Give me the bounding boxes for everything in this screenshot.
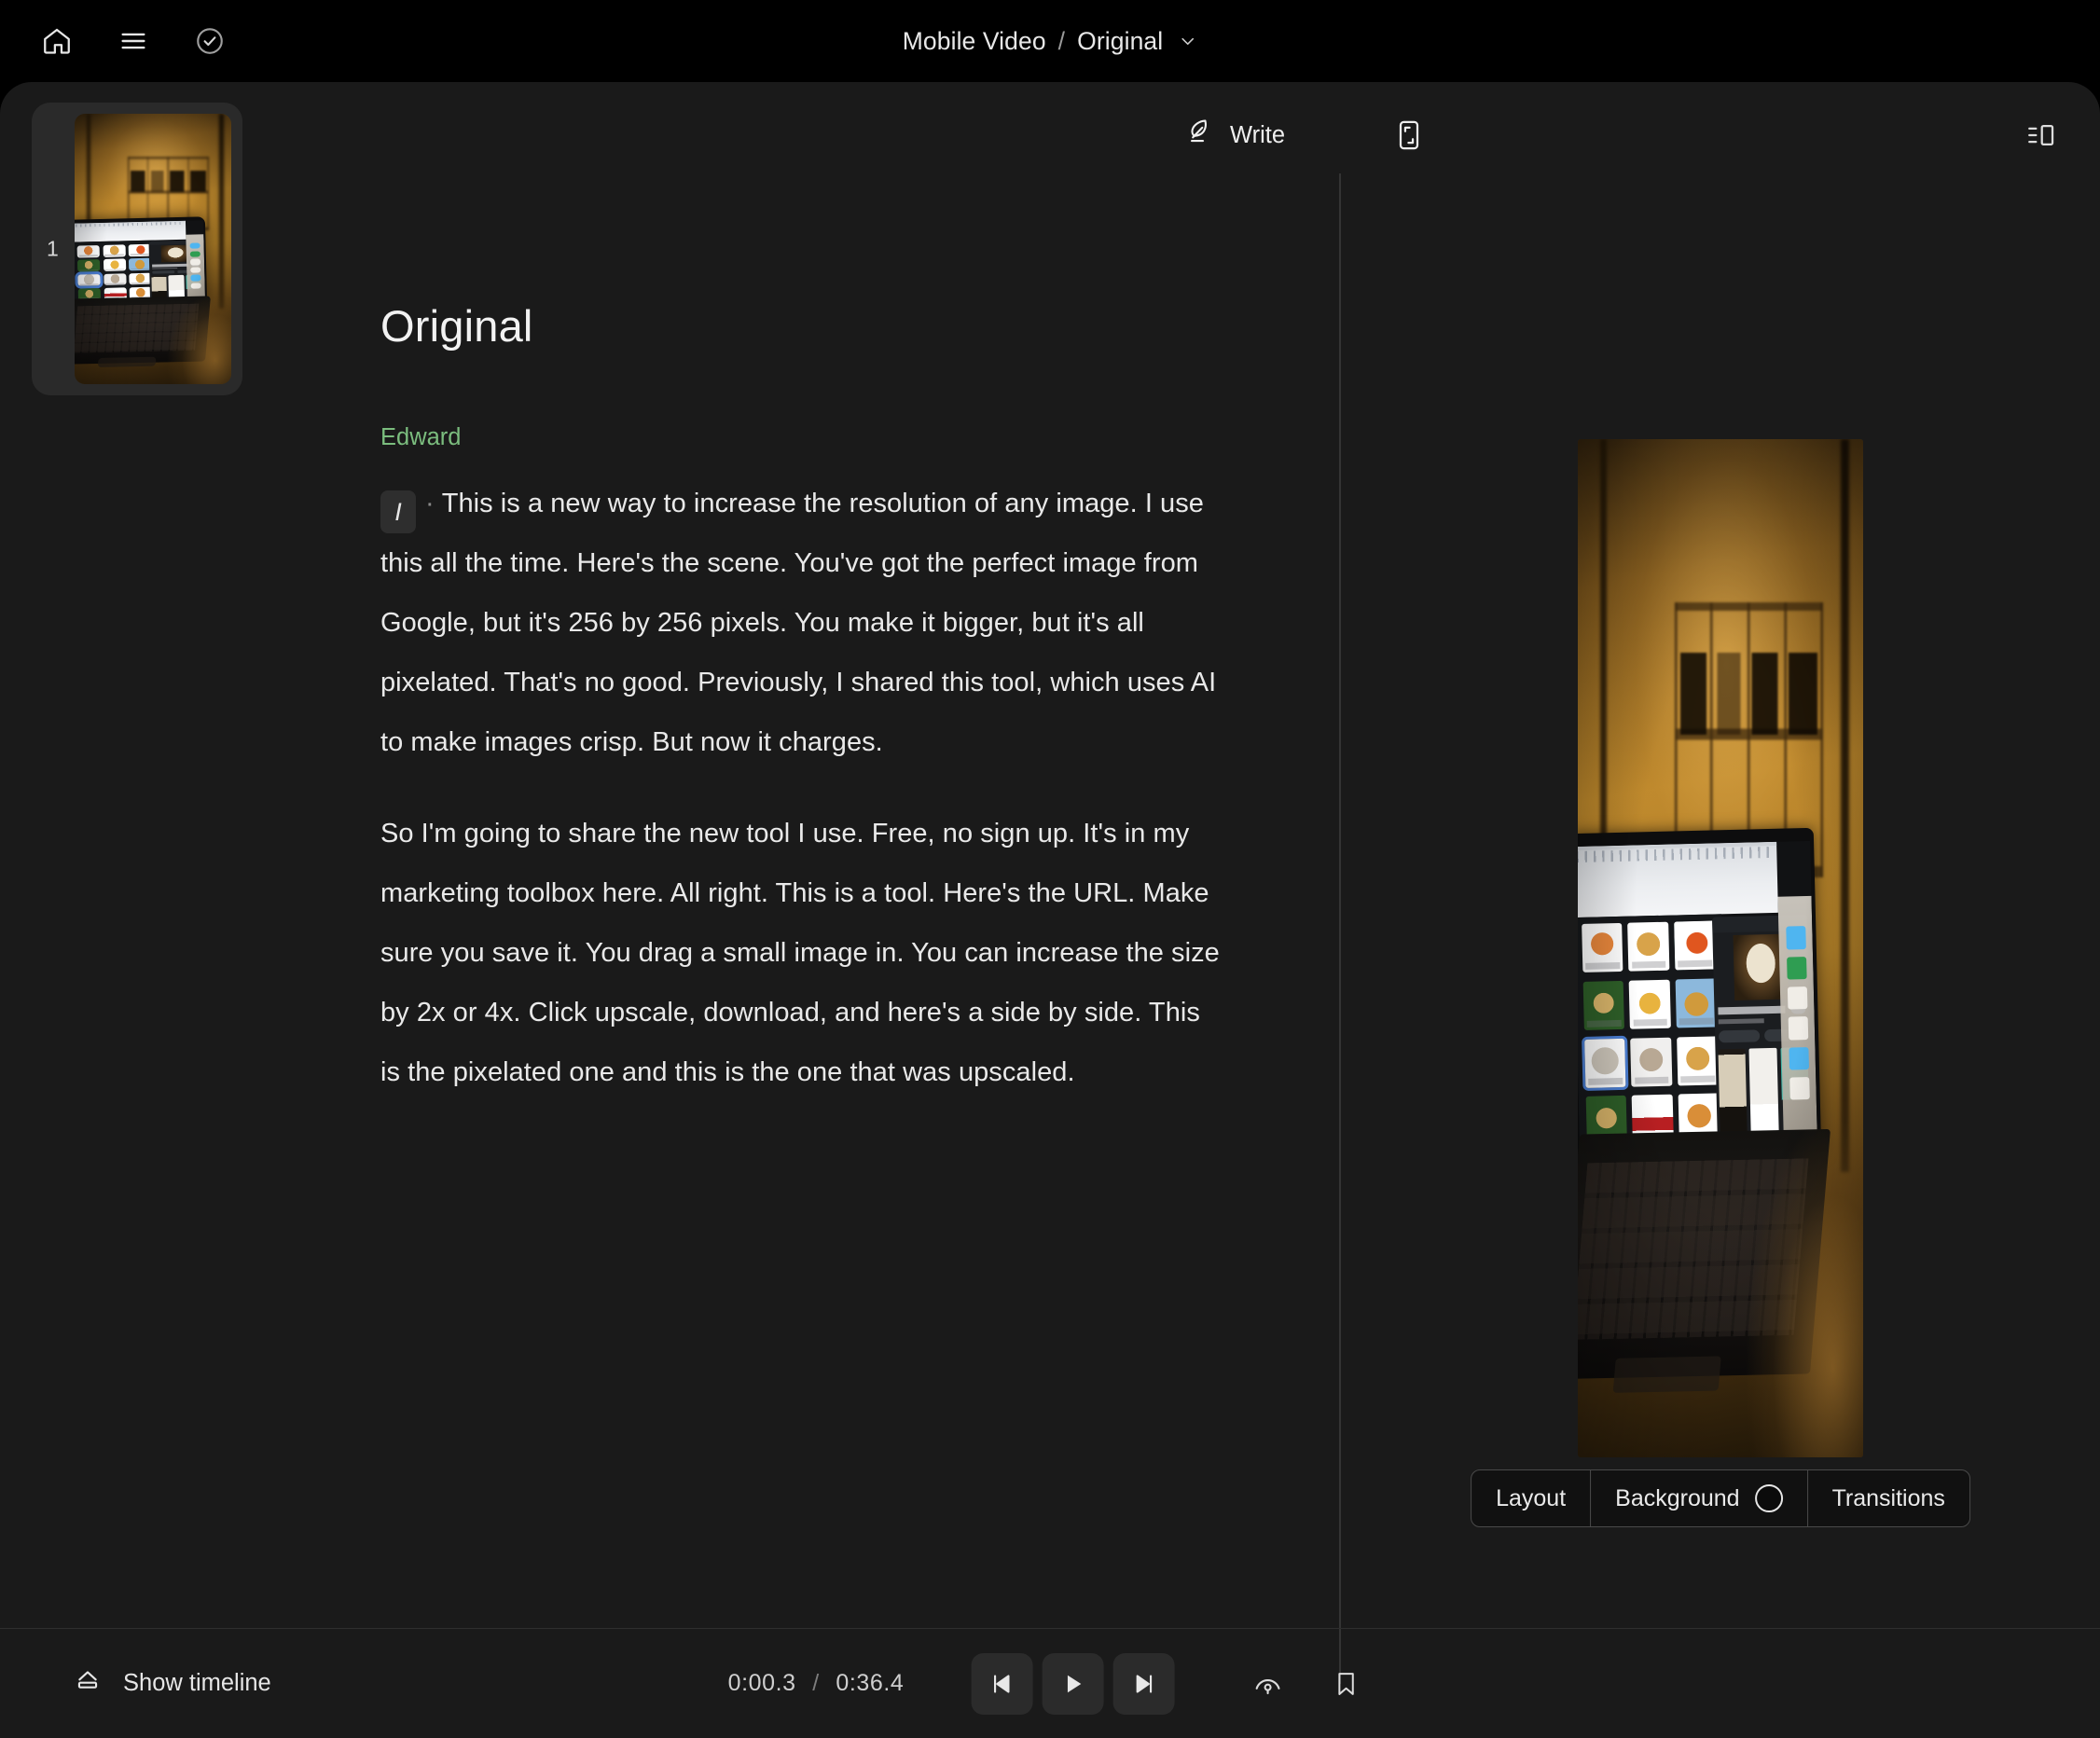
app-shell: 1 Write Original Edward I · This is a ne… [0,82,2100,1738]
preview-video[interactable] [1578,439,1863,1457]
time-separator: / [812,1670,820,1696]
preview-control-bar: Layout Background Transitions [1471,1469,1970,1527]
timecode-display: 0:00.3 / 0:36.4 [728,1670,905,1697]
preview-stage [1578,439,1863,1457]
skip-back-button[interactable] [971,1652,1033,1715]
background-button-label: Background [1615,1484,1740,1511]
top-bar: Mobile Video / Original [0,0,2100,82]
breadcrumb-separator: / [1057,26,1066,55]
play-marker-badge[interactable]: I [380,490,416,533]
bookmark-icon[interactable] [1319,1658,1372,1710]
extra-playback-buttons [1241,1658,1372,1710]
top-left-icon-group [28,12,239,70]
transcript-paragraph-1[interactable]: I · This is a new way to increase the reso… [380,474,1220,772]
show-timeline-label: Show timeline [123,1670,271,1696]
toggle-side-panel-icon[interactable] [2012,106,2070,164]
layout-button-label: Layout [1496,1484,1567,1511]
transitions-button-label: Transitions [1831,1484,1945,1511]
breadcrumb-current[interactable]: Original [1077,27,1163,56]
speaker-label[interactable]: Edward [380,424,1339,451]
transcript-paragraph-2[interactable]: So I'm going to share the new tool I use… [380,804,1220,1102]
bottom-bar: Show timeline 0:00.3 / 0:36.4 [0,1629,2100,1738]
transcript-document[interactable]: Original Edward I · This is a new way to i… [323,188,1339,1134]
write-button[interactable]: Write [1174,109,1294,162]
background-button[interactable]: Background [1591,1470,1808,1526]
marker-dot: · [425,489,435,518]
eject-timeline-icon [73,1665,103,1702]
scene-thumbnail-image [75,114,231,384]
skip-forward-button[interactable] [1112,1652,1175,1715]
current-time: 0:00.3 [727,1670,796,1696]
show-timeline-button[interactable]: Show timeline [73,1665,271,1702]
hamburger-menu-icon[interactable] [104,12,162,70]
transcript-toolbar: Write [323,82,1339,188]
page-title: Original [380,301,533,351]
play-button[interactable] [1042,1652,1104,1715]
playback-speed-icon[interactable] [1241,1658,1293,1710]
write-button-label: Write [1229,121,1285,148]
layout-button[interactable]: Layout [1471,1470,1592,1526]
check-circle-icon[interactable] [181,12,239,70]
home-icon[interactable] [28,12,86,70]
scene-card-1[interactable]: 1 [32,103,242,395]
crop-frame-icon[interactable] [1380,106,1438,164]
transport-controls [971,1652,1175,1715]
preview-pane: Layout Background Transitions [1341,82,2100,1611]
breadcrumb: Mobile Video / Original [903,27,1198,56]
transitions-button[interactable]: Transitions [1808,1470,1969,1526]
playback-cluster: 0:00.3 / 0:36.4 [728,1652,1373,1715]
transcript-paragraph-1-text: This is a new way to increase the resolu… [380,489,1217,757]
quill-pen-icon [1183,117,1215,155]
chevron-down-icon[interactable] [1177,31,1197,51]
background-color-swatch[interactable] [1754,1484,1783,1512]
total-time: 0:36.4 [836,1670,905,1696]
transcript-column: Write Original Edward I · This is a new wa… [323,82,1339,1611]
preview-toolbar [1341,82,2100,188]
breadcrumb-project[interactable]: Mobile Video [903,27,1046,56]
scene-thumbnail-rail: 1 [0,82,323,1611]
scene-number-label: 1 [47,236,59,261]
